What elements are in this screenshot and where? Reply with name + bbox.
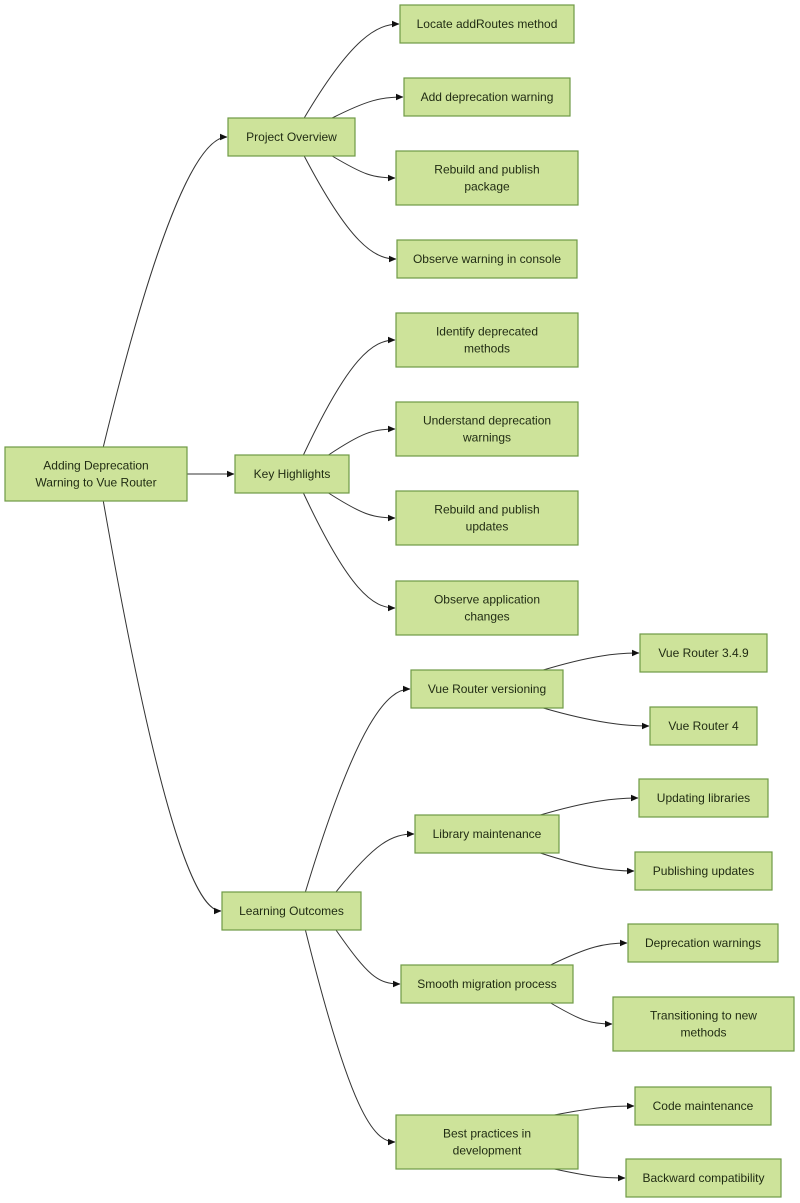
node-box <box>395 490 579 546</box>
edge-library-maintenance-to-updating-libraries <box>540 794 639 816</box>
node-observe-warning-console[interactable]: Observe warning in console <box>396 239 578 279</box>
edge-library-maintenance-to-publishing-updates <box>540 852 635 875</box>
node-rebuild-publish-package[interactable]: Rebuild and publish package <box>395 150 579 206</box>
node-label: Smooth migration process <box>417 977 556 991</box>
node-label: Observe warning in console <box>413 252 561 266</box>
node-label: Best practices in <box>443 1127 531 1141</box>
edge-root-to-project-overview <box>102 133 228 448</box>
edge-key-highlights-to-identify-deprecated <box>302 336 396 456</box>
node-label: Rebuild and publish <box>434 503 539 517</box>
edge-smooth-migration-to-transitioning-methods <box>550 1002 613 1028</box>
node-label: Deprecation warnings <box>645 936 761 950</box>
node-label: Code maintenance <box>653 1099 754 1113</box>
node-label: Add deprecation warning <box>421 90 554 104</box>
edge-learning-outcomes-to-vue-router-versioning <box>304 685 411 893</box>
node-understand-deprecation[interactable]: Understand deprecation warnings <box>395 401 579 457</box>
node-library-maintenance[interactable]: Library maintenance <box>414 814 560 854</box>
node-vue-router-4[interactable]: Vue Router 4 <box>649 706 758 746</box>
node-vue-router-versioning[interactable]: Vue Router versioning <box>410 669 564 709</box>
node-box <box>395 580 579 636</box>
node-smooth-migration[interactable]: Smooth migration process <box>400 964 574 1004</box>
node-label: Project Overview <box>246 130 337 144</box>
edge-key-highlights-to-understand-deprecation <box>328 425 396 456</box>
node-identify-deprecated[interactable]: Identify deprecated methods <box>395 312 579 368</box>
node-label: Observe application <box>434 593 540 607</box>
node-label: Transitioning to new <box>650 1009 757 1023</box>
node-label: Learning Outcomes <box>239 904 344 918</box>
node-deprecation-warnings[interactable]: Deprecation warnings <box>627 923 779 963</box>
edge-learning-outcomes-to-smooth-migration <box>335 929 401 988</box>
node-box <box>395 1114 579 1170</box>
edge-best-practices-to-backward-compatibility <box>554 1168 626 1182</box>
node-label: Vue Router versioning <box>428 682 546 696</box>
node-observe-app-changes[interactable]: Observe application changes <box>395 580 579 636</box>
node-label: Understand deprecation <box>423 414 551 428</box>
edge-vue-router-versioning-to-vue-router-349 <box>543 649 640 671</box>
node-label: Adding Deprecation <box>43 459 148 473</box>
edge-key-highlights-to-observe-app-changes <box>302 492 396 612</box>
node-publishing-updates[interactable]: Publishing updates <box>634 851 773 891</box>
edge-learning-outcomes-to-library-maintenance <box>335 830 415 893</box>
node-transitioning-methods[interactable]: Transitioning to new methods <box>612 996 795 1052</box>
node-label: Rebuild and publish <box>434 163 539 177</box>
node-box <box>395 150 579 206</box>
node-label: methods <box>464 342 510 356</box>
node-label: package <box>464 180 510 194</box>
node-label: warnings <box>462 431 511 445</box>
node-label: Key Highlights <box>254 467 331 481</box>
node-label: updates <box>466 520 509 534</box>
node-key-highlights[interactable]: Key Highlights <box>234 454 350 494</box>
node-project-overview[interactable]: Project Overview <box>227 117 356 157</box>
edge-smooth-migration-to-deprecation-warnings <box>550 939 628 966</box>
node-label: Warning to Vue Router <box>35 476 156 490</box>
node-code-maintenance[interactable]: Code maintenance <box>634 1086 772 1126</box>
edge-project-overview-to-locate-addroutes <box>303 20 400 119</box>
edge-project-overview-to-observe-warning-console <box>303 155 397 263</box>
node-rebuild-publish-updates[interactable]: Rebuild and publish updates <box>395 490 579 546</box>
node-box <box>395 312 579 368</box>
node-label: Updating libraries <box>657 791 750 805</box>
mindmap-canvas: Adding Deprecation Warning to Vue Router P… <box>4 4 795 1198</box>
node-box <box>4 446 188 502</box>
node-label: Locate addRoutes method <box>417 17 558 31</box>
edge-key-highlights-to-rebuild-publish-updates <box>328 492 396 522</box>
node-label: Backward compatibility <box>642 1171 764 1185</box>
node-box <box>612 996 795 1052</box>
node-vue-router-349[interactable]: Vue Router 3.4.9 <box>639 633 768 673</box>
node-label: methods <box>680 1026 726 1040</box>
node-label: Identify deprecated <box>436 325 538 339</box>
nodes-layer: Adding Deprecation Warning to Vue Router P… <box>4 4 795 1198</box>
edge-vue-router-versioning-to-vue-router-4 <box>543 707 650 730</box>
node-label: Library maintenance <box>433 827 542 841</box>
node-best-practices[interactable]: Best practices in development <box>395 1114 579 1170</box>
node-updating-libraries[interactable]: Updating libraries <box>638 778 769 818</box>
edge-project-overview-to-add-deprecation-warning <box>331 93 404 119</box>
node-label: development <box>453 1144 522 1158</box>
node-locate-addroutes[interactable]: Locate addRoutes method <box>399 4 575 44</box>
node-add-deprecation-warning[interactable]: Add deprecation warning <box>403 77 571 117</box>
node-learning-outcomes[interactable]: Learning Outcomes <box>221 891 362 931</box>
edge-root-to-learning-outcomes <box>102 500 222 915</box>
node-label: Publishing updates <box>653 864 754 878</box>
node-root[interactable]: Adding Deprecation Warning to Vue Router <box>4 446 188 502</box>
edge-learning-outcomes-to-best-practices <box>304 929 396 1146</box>
node-box <box>395 401 579 457</box>
node-label: Vue Router 3.4.9 <box>658 646 749 660</box>
edge-best-practices-to-code-maintenance <box>554 1102 635 1116</box>
node-backward-compatibility[interactable]: Backward compatibility <box>625 1158 782 1198</box>
edge-project-overview-to-rebuild-publish-package <box>331 155 396 182</box>
node-label: Vue Router 4 <box>668 719 739 733</box>
node-label: changes <box>464 610 509 624</box>
